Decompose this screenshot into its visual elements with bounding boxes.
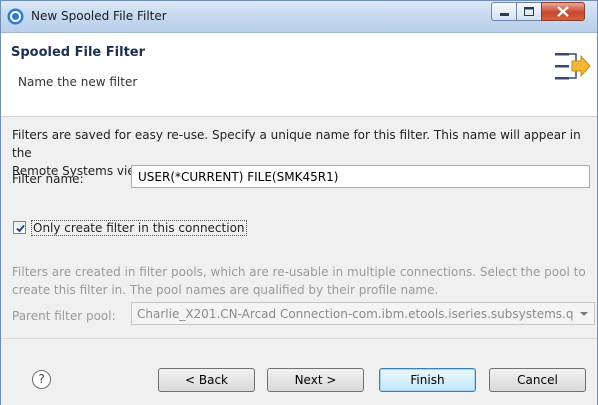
dialog-window: New Spooled File Filter Spooled File Fil… — [0, 0, 598, 405]
window-title: New Spooled File Filter — [31, 9, 167, 23]
finish-button[interactable]: Finish — [379, 368, 476, 392]
title-bar[interactable]: New Spooled File Filter — [1, 1, 597, 33]
checkmark-icon — [16, 224, 25, 233]
parent-filter-pool-select[interactable]: Charlie_X201.CN-Arcad Connection-com.ibm… — [131, 302, 595, 325]
only-this-connection-label[interactable]: Only create filter in this connection — [31, 220, 247, 236]
page-title: Spooled File Filter — [11, 45, 146, 60]
help-button[interactable]: ? — [32, 370, 51, 389]
parent-filter-pool-label: Parent filter pool: — [12, 309, 116, 323]
wizard-header: Spooled File Filter Name the new filter — [1, 33, 597, 117]
back-button[interactable]: < Back — [158, 368, 255, 392]
parent-filter-pool-value: Charlie_X201.CN-Arcad Connection-com.ibm… — [137, 307, 573, 321]
app-icon — [7, 8, 24, 25]
minimize-button[interactable] — [491, 2, 517, 21]
filter-name-input[interactable] — [131, 165, 590, 188]
close-icon — [557, 6, 569, 17]
minimize-icon — [500, 13, 509, 16]
maximize-icon — [524, 7, 534, 16]
wizard-body: Filters are saved for easy re-use. Speci… — [1, 117, 597, 337]
help-icon: ? — [38, 372, 45, 386]
filter-pool-info: Filters are created in filter pools, whi… — [12, 265, 586, 297]
filter-wizard-icon — [555, 53, 591, 80]
next-button[interactable]: Next > — [267, 368, 364, 392]
close-button[interactable] — [541, 2, 585, 21]
maximize-button[interactable] — [516, 2, 542, 21]
cancel-button[interactable]: Cancel — [489, 368, 586, 392]
wizard-footer: ? < Back Next > Finish Cancel — [1, 338, 597, 405]
dropdown-arrow-icon[interactable] — [574, 303, 594, 324]
page-description: Name the new filter — [18, 75, 138, 89]
checkbox-box[interactable] — [13, 221, 26, 234]
filter-name-label: Filter name: — [12, 172, 84, 186]
